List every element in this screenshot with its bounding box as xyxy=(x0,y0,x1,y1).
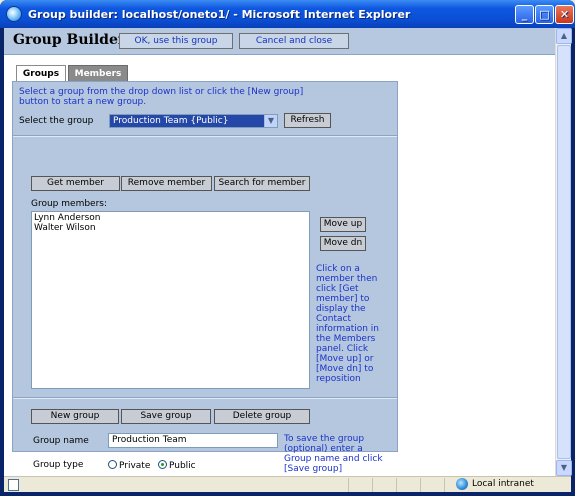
radio-public[interactable]: Public xyxy=(158,460,196,471)
select-group-label: Select the group xyxy=(19,116,94,126)
app-header: Group Builder OK, use this group Cancel … xyxy=(4,28,555,55)
members-listbox[interactable]: Lynn Anderson Walter Wilson xyxy=(31,211,310,389)
list-item[interactable]: Walter Wilson xyxy=(34,223,307,233)
window-title: Group builder: localhost/oneto1/ - Micro… xyxy=(28,7,411,21)
scroll-up-icon[interactable]: ▲ xyxy=(556,28,572,44)
divider xyxy=(13,397,397,399)
remove-member-button[interactable]: Remove member xyxy=(121,176,212,191)
save-help-text: To save the group (optional) enter a Gro… xyxy=(284,434,383,474)
minimize-button[interactable]: _ xyxy=(515,5,534,24)
divider xyxy=(13,135,397,137)
group-name-field[interactable]: Production Team xyxy=(108,433,278,448)
tab-members[interactable]: Members xyxy=(68,65,128,82)
groups-panel: Select a group from the drop down list o… xyxy=(12,81,398,474)
group-type-label: Group type xyxy=(33,460,84,470)
chevron-down-icon[interactable]: ▼ xyxy=(264,115,277,127)
tab-groups[interactable]: Groups xyxy=(16,65,66,82)
scroll-thumb[interactable] xyxy=(557,45,571,459)
group-name-label: Group name xyxy=(33,436,89,446)
radio-public-label: Public xyxy=(169,461,196,471)
radio-public-icon[interactable] xyxy=(158,460,167,469)
page-title: Group Builder xyxy=(13,32,126,48)
get-member-button[interactable]: Get member xyxy=(31,176,120,191)
scroll-down-icon[interactable]: ▼ xyxy=(556,460,572,476)
refresh-button[interactable]: Refresh xyxy=(284,113,331,128)
page-icon xyxy=(8,479,19,491)
ok-use-group-button[interactable]: OK, use this group xyxy=(119,33,233,49)
ie-icon xyxy=(6,6,22,22)
search-member-button[interactable]: Search for member xyxy=(214,176,310,191)
security-zone: Local intranet xyxy=(456,478,534,490)
status-bar: Local intranet xyxy=(4,476,571,492)
group-members-label: Group members: xyxy=(31,199,108,209)
maximize-button[interactable]: □ xyxy=(535,5,554,24)
members-help-text: Click on a member then click [Get member… xyxy=(316,264,380,384)
radio-private-icon[interactable] xyxy=(108,460,117,469)
select-instructions: Select a group from the drop down list o… xyxy=(19,87,304,107)
group-select-value: Production Team {Public} xyxy=(113,116,229,126)
close-button[interactable]: ✕ xyxy=(555,5,574,24)
group-select[interactable]: Production Team {Public} ▼ xyxy=(109,114,278,128)
radio-private[interactable]: Private xyxy=(108,460,150,471)
new-group-button[interactable]: New group xyxy=(31,409,119,424)
list-item[interactable]: Lynn Anderson xyxy=(34,213,307,223)
radio-private-label: Private xyxy=(119,461,151,471)
zone-label: Local intranet xyxy=(472,479,534,489)
move-up-button[interactable]: Move up xyxy=(320,217,366,232)
vertical-scrollbar[interactable]: ▲ ▼ xyxy=(555,28,572,476)
browser-window: Group builder: localhost/oneto1/ - Micro… xyxy=(0,0,575,496)
delete-group-button[interactable]: Delete group xyxy=(214,409,310,424)
cancel-close-button[interactable]: Cancel and close xyxy=(239,33,349,49)
title-bar[interactable]: Group builder: localhost/oneto1/ - Micro… xyxy=(0,0,575,28)
intranet-icon xyxy=(456,478,468,490)
save-group-button[interactable]: Save group xyxy=(121,409,211,424)
move-dn-button[interactable]: Move dn xyxy=(320,236,366,251)
page-content: Group Builder OK, use this group Cancel … xyxy=(4,28,572,476)
